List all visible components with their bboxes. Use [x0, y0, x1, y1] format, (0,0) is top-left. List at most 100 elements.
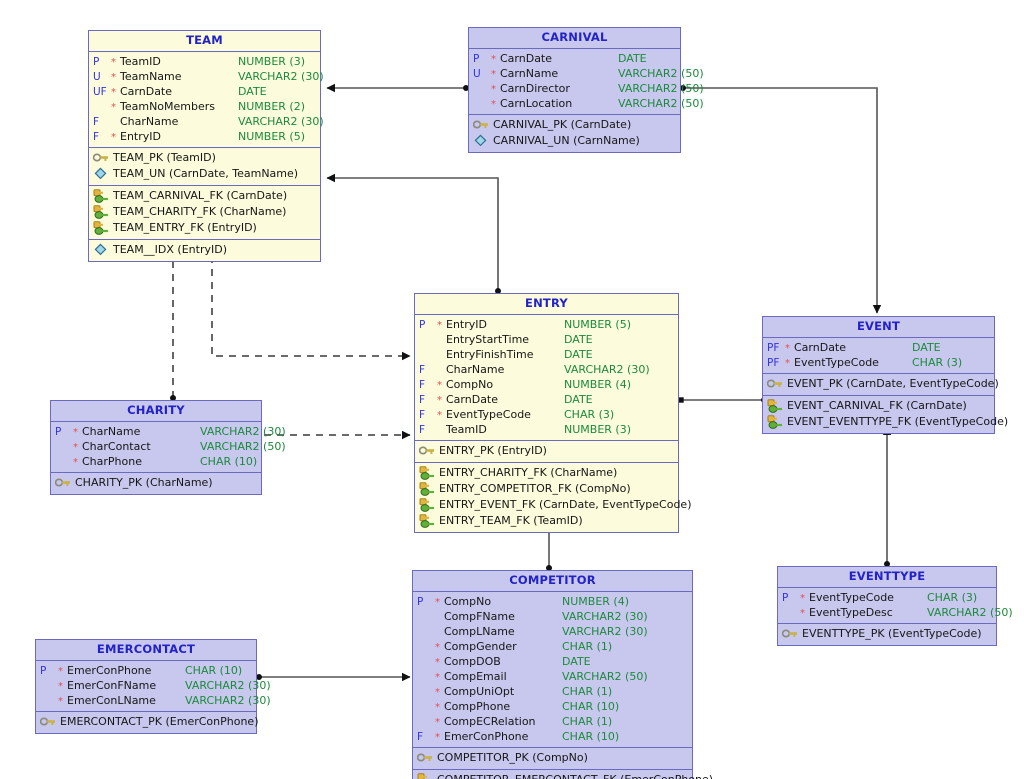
- er-diagram-canvas: TEAM P * TeamID NUMBER (3) U * TeamName …: [0, 0, 1024, 779]
- attribute-name: EmerConLName: [67, 693, 156, 707]
- attribute-type: NUMBER (2): [238, 99, 305, 113]
- entity-charity[interactable]: CHARITY P * CharName VARCHAR2 (30) * Cha…: [50, 400, 286, 495]
- attribute-name: CarnDate: [500, 51, 553, 65]
- constraint-row: CARNIVAL_UN (CarnName): [469, 133, 680, 149]
- attribute-row: UF * CarnDate DATE: [89, 84, 320, 99]
- index-section-team: TEAM__IDX (EntryID): [89, 240, 320, 261]
- attribute-type: DATE: [564, 392, 593, 406]
- attribute-row: EntryStartTime DATE: [415, 332, 678, 347]
- attribute-type: VARCHAR2 (50): [927, 605, 1013, 619]
- attribute-row: * CompECRelation CHAR (1): [413, 714, 692, 729]
- attribute-name: CharPhone: [82, 454, 142, 468]
- key-marker: PF: [767, 341, 780, 354]
- attribute-section-event: PF * CarnDate DATE PF * EventTypeCode CH…: [763, 338, 994, 374]
- constraint-label: CHARITY_PK (CharName): [75, 475, 213, 489]
- key-section-charity: CHARITY_PK (CharName): [51, 473, 261, 494]
- key-section-entry: ENTRY_PK (EntryID): [415, 441, 678, 463]
- required-marker: *: [58, 680, 63, 692]
- pk-key-icon: [767, 377, 785, 391]
- constraint-row: ENTRY_EVENT_FK (CarnDate, EventTypeCode): [415, 497, 692, 513]
- attribute-name: CompGender: [444, 639, 517, 653]
- attribute-row: * EmerConFName VARCHAR2 (30): [36, 678, 271, 693]
- constraint-row: ENTRY_PK (EntryID): [415, 443, 678, 459]
- entity-entry[interactable]: ENTRY P * EntryID NUMBER (5) EntryStartT…: [414, 293, 692, 533]
- constraint-label: ENTRY_PK (EntryID): [439, 443, 547, 457]
- entity-carnival[interactable]: CARNIVAL P * CarnDate DATE U * CarnName …: [468, 27, 704, 153]
- pk-key-icon: [93, 151, 111, 165]
- attribute-row: F CharName VARCHAR2 (30): [89, 114, 324, 129]
- entity-event[interactable]: EVENT PF * CarnDate DATE PF * EventTypeC…: [762, 316, 1008, 434]
- key-section-competitor: COMPETITOR_PK (CompNo): [413, 748, 692, 770]
- attribute-row: F * CompNo NUMBER (4): [415, 377, 678, 392]
- attribute-row: F * EntryID NUMBER (5): [89, 129, 320, 144]
- entity-eventtype[interactable]: EVENTTYPE P * EventTypeCode CHAR (3) * E…: [777, 566, 1013, 646]
- attribute-section-eventtype: P * EventTypeCode CHAR (3) * EventTypeDe…: [778, 588, 1013, 624]
- entity-title-entry: ENTRY: [415, 294, 678, 315]
- constraint-row: TEAM_ENTRY_FK (EntryID): [89, 220, 320, 236]
- attribute-row: EntryFinishTime DATE: [415, 347, 678, 362]
- key-marker: F: [93, 115, 100, 128]
- constraint-row: ENTRY_CHARITY_FK (CharName): [415, 465, 678, 481]
- attribute-row: * TeamNoMembers NUMBER (2): [89, 99, 320, 114]
- attribute-row: F * CarnDate DATE: [415, 392, 678, 407]
- key-marker: P: [40, 664, 47, 677]
- unique-index-icon: [473, 134, 491, 148]
- attribute-type: CHAR (1): [562, 714, 613, 728]
- constraint-row: EVENT_CARNIVAL_FK (CarnDate): [763, 398, 994, 414]
- attribute-name: CompEmail: [444, 669, 507, 683]
- constraint-row: EMERCONTACT_PK (EmerConPhone): [36, 714, 259, 730]
- key-marker: P: [93, 55, 100, 68]
- entity-competitor[interactable]: COMPETITOR P * CompNo NUMBER (4) CompFNa…: [412, 570, 713, 779]
- entity-emercontact[interactable]: EMERCONTACT P * EmerConPhone CHAR (10) *…: [35, 639, 271, 734]
- attribute-name: TeamNoMembers: [120, 99, 216, 113]
- attribute-type: VARCHAR2 (30): [562, 609, 648, 623]
- attribute-row: * CompUniOpt CHAR (1): [413, 684, 692, 699]
- required-marker: *: [58, 695, 63, 707]
- attribute-name: EventTypeDesc: [809, 605, 893, 619]
- attribute-type: VARCHAR2 (30): [185, 693, 271, 707]
- attribute-row: * CharContact VARCHAR2 (50): [51, 439, 286, 454]
- attribute-row: PF * CarnDate DATE: [763, 340, 994, 355]
- constraint-row: ENTRY_TEAM_FK (TeamID): [415, 513, 678, 529]
- entity-title-team: TEAM: [89, 31, 320, 52]
- required-marker: *: [435, 731, 440, 743]
- constraint-label: EVENT_EVENTTYPE_FK (EventTypeCode): [787, 414, 1009, 428]
- key-section-carnival: CARNIVAL_PK (CarnDate) CARNIVAL_UN (Carn…: [469, 115, 680, 152]
- fk-key-icon: [93, 188, 111, 203]
- constraint-label: TEAM__IDX (EntryID): [113, 242, 227, 256]
- attribute-row: * CompDOB DATE: [413, 654, 692, 669]
- constraint-row: EVENTTYPE_PK (EventTypeCode): [778, 626, 996, 642]
- required-marker: *: [785, 342, 790, 354]
- attribute-type: CHAR (10): [185, 663, 243, 677]
- key-marker: F: [419, 393, 426, 406]
- attribute-type: DATE: [564, 347, 593, 361]
- constraint-row: CHARITY_PK (CharName): [51, 475, 261, 491]
- attribute-name: TeamID: [446, 422, 487, 436]
- attribute-section-carnival: P * CarnDate DATE U * CarnName VARCHAR2 …: [469, 49, 704, 115]
- required-marker: *: [435, 701, 440, 713]
- attribute-row: * CarnLocation VARCHAR2 (50): [469, 96, 704, 111]
- fk-section-competitor: COMPETITOR_EMERCONTACT_FK (EmerConPhone): [413, 770, 713, 779]
- fk-key-icon: [767, 414, 785, 429]
- fk-section-event: EVENT_CARNIVAL_FK (CarnDate) EVENT_EVENT…: [763, 396, 1008, 433]
- attribute-row: CompLName VARCHAR2 (30): [413, 624, 692, 639]
- attribute-section-emercontact: P * EmerConPhone CHAR (10) * EmerConFNam…: [36, 661, 271, 712]
- required-marker: *: [437, 409, 442, 421]
- fk-key-icon: [767, 398, 785, 413]
- key-marker: UF: [93, 85, 107, 98]
- entity-title-competitor: COMPETITOR: [413, 571, 692, 592]
- attribute-name: EventTypeCode: [794, 355, 879, 369]
- pk-key-icon: [417, 751, 435, 765]
- attribute-type: CHAR (1): [562, 639, 613, 653]
- constraint-row: ENTRY_COMPETITOR_FK (CompNo): [415, 481, 678, 497]
- attribute-type: DATE: [562, 654, 591, 668]
- entity-team[interactable]: TEAM P * TeamID NUMBER (3) U * TeamName …: [88, 30, 324, 262]
- attribute-name: CharName: [446, 362, 505, 376]
- attribute-row: * CarnDirector VARCHAR2 (50): [469, 81, 704, 96]
- attribute-name: EventTypeCode: [809, 590, 894, 604]
- entity-title-emercontact: EMERCONTACT: [36, 640, 256, 661]
- constraint-label: EVENTTYPE_PK (EventTypeCode): [802, 626, 982, 640]
- constraint-label: EVENT_PK (CarnDate, EventTypeCode): [787, 376, 999, 390]
- required-marker: *: [437, 319, 442, 331]
- fk-key-icon: [417, 772, 435, 779]
